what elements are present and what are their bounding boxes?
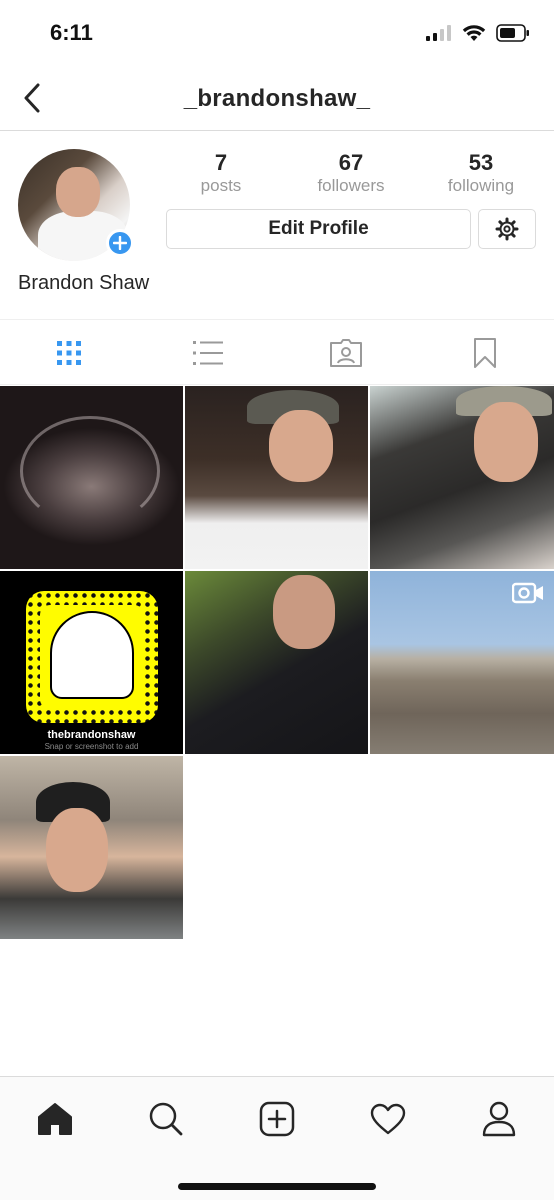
post-tile[interactable] (0, 756, 183, 939)
tab-new-post[interactable] (222, 1091, 333, 1147)
profile-stats: 7 posts 67 followers 53 following (166, 151, 536, 197)
tab-activity[interactable] (332, 1091, 443, 1147)
posts-stat[interactable]: 7 posts (166, 151, 276, 197)
snapcode-caption: Snap or screenshot to add (44, 742, 139, 751)
tab-search[interactable] (111, 1091, 222, 1147)
posts-label: posts (200, 176, 242, 195)
bookmark-icon (473, 337, 496, 368)
post-tile[interactable] (0, 386, 183, 569)
bottom-tab-bar (0, 1076, 554, 1200)
post-tile[interactable] (370, 571, 554, 754)
plus-icon (113, 236, 127, 250)
face-image (474, 402, 538, 482)
tab-home[interactable] (0, 1091, 111, 1147)
following-label: following (447, 176, 515, 195)
home-indicator (178, 1183, 376, 1190)
settings-button[interactable] (478, 209, 536, 249)
snapcode-username: thebrandonshaw (47, 729, 136, 741)
tab-grid-view[interactable] (0, 321, 139, 384)
add-story-button[interactable] (106, 229, 134, 257)
post-tile[interactable] (185, 386, 368, 569)
cellular-signal-icon (426, 25, 451, 41)
tab-tagged[interactable] (277, 321, 416, 384)
status-icons (426, 24, 530, 42)
face-image (269, 410, 333, 482)
list-icon (192, 340, 223, 365)
face-image (46, 808, 108, 892)
grid-icon (57, 340, 82, 365)
battery-icon (496, 24, 529, 42)
profile-header: 7 posts 67 followers 53 following Edit P… (0, 131, 554, 320)
followers-label: followers (317, 176, 385, 195)
tab-saved[interactable] (416, 321, 554, 384)
posts-grid: thebrandonshaw Snap or screenshot to add (0, 386, 554, 939)
following-count: 53 (468, 150, 494, 175)
tab-profile[interactable] (443, 1091, 554, 1147)
page-title: _brandonshaw_ (183, 85, 371, 112)
heart-icon (370, 1103, 405, 1135)
face-image (273, 575, 335, 649)
video-camera-icon (512, 582, 543, 604)
tagged-person-icon (330, 338, 363, 367)
snapchat-ghost-icon (50, 611, 134, 699)
following-stat[interactable]: 53 following (426, 151, 536, 197)
post-tile[interactable] (185, 571, 368, 754)
tab-bar-items (0, 1091, 554, 1147)
edit-profile-button[interactable]: Edit Profile (166, 209, 471, 249)
gear-icon (495, 217, 519, 241)
home-icon (38, 1103, 73, 1135)
new-post-icon (259, 1101, 295, 1137)
posts-count: 7 (214, 150, 228, 175)
ultrasound-image (20, 416, 160, 526)
search-icon (149, 1102, 183, 1136)
profile-icon (482, 1101, 515, 1137)
post-tile[interactable]: thebrandonshaw Snap or screenshot to add (0, 571, 183, 754)
profile-name: Brandon Shaw (18, 272, 150, 294)
status-time: 6:11 (50, 20, 93, 45)
status-bar: 6:11 (0, 0, 554, 64)
nav-header: _brandonshaw_ (0, 64, 554, 131)
profile-view-tabs (0, 321, 554, 385)
followers-count: 67 (338, 150, 364, 175)
avatar-face (56, 167, 100, 217)
followers-stat[interactable]: 67 followers (296, 151, 406, 197)
tab-list-view[interactable] (139, 321, 278, 384)
post-tile[interactable] (370, 386, 554, 569)
wifi-icon (462, 25, 486, 41)
